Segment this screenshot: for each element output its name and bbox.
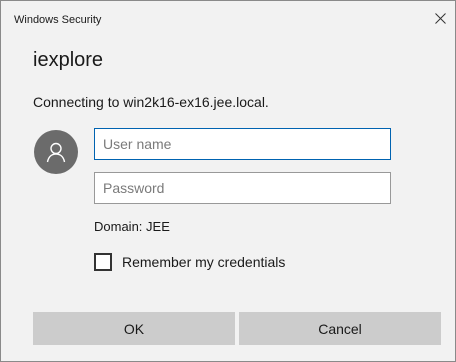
app-title: iexplore — [33, 49, 104, 71]
connecting-message: Connecting to win2k16-ex16.jee.local. — [33, 94, 269, 110]
window-title: Windows Security — [14, 14, 102, 26]
title-bar[interactable]: Windows Security — [1, 1, 455, 35]
remember-credentials-label: Remember my credentials — [122, 254, 286, 270]
cancel-button[interactable]: Cancel — [239, 312, 441, 345]
ok-button[interactable]: OK — [33, 312, 235, 345]
close-icon — [434, 11, 446, 29]
username-input[interactable] — [94, 128, 391, 160]
user-avatar-icon — [34, 130, 78, 174]
checkbox-box[interactable] — [94, 253, 112, 271]
domain-label: Domain: JEE — [94, 219, 170, 234]
close-button[interactable] — [425, 7, 455, 33]
password-input[interactable] — [94, 172, 391, 204]
windows-security-dialog: Windows Security iexplore Connecting to … — [0, 0, 456, 362]
remember-credentials-checkbox[interactable]: Remember my credentials — [94, 253, 285, 271]
